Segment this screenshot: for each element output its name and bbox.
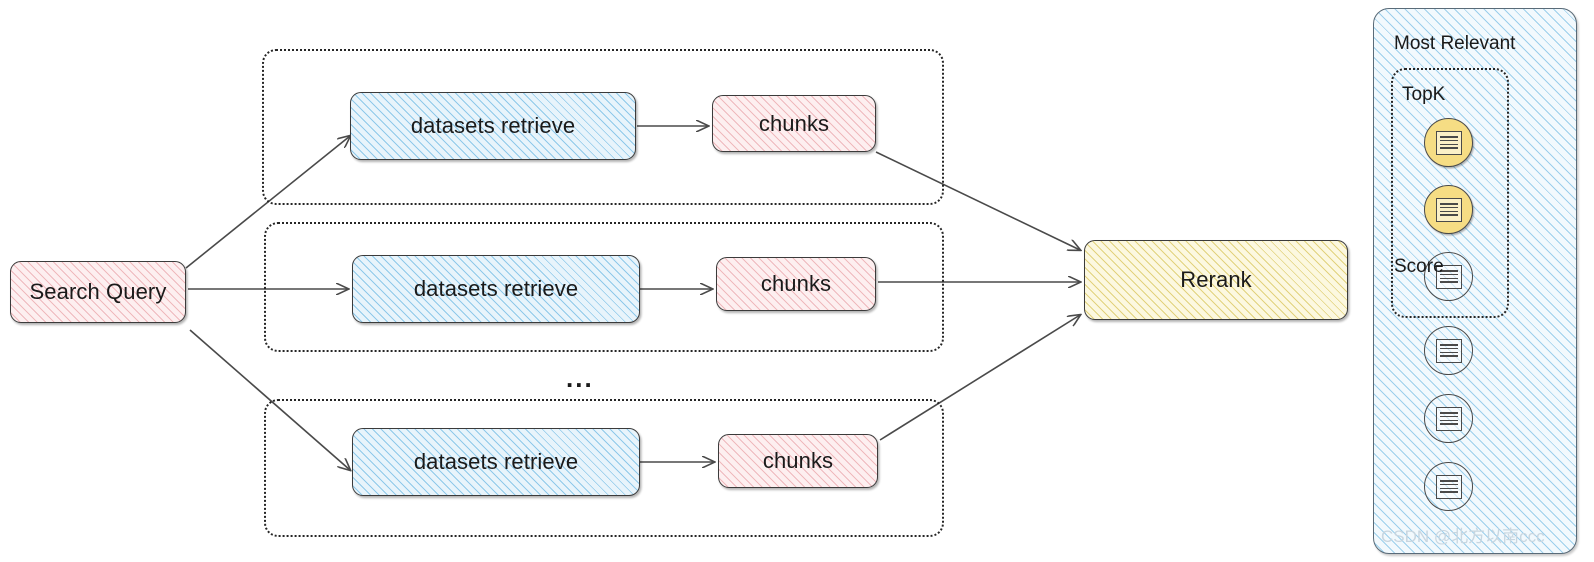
score-label: Score <box>1394 256 1444 277</box>
document-icon <box>1435 474 1462 499</box>
groups-ellipsis: ... <box>566 363 594 393</box>
document-icon <box>1435 130 1462 155</box>
search-query-label: Search Query <box>29 279 167 304</box>
topk-document-2[interactable] <box>1424 185 1473 234</box>
most-relevant-title: Most Relevant <box>1394 33 1516 54</box>
chunks-node-1[interactable]: chunks <box>712 95 876 152</box>
diagram-canvas: Search Query datasets retrieve chunks da… <box>0 0 1594 562</box>
result-document-6[interactable] <box>1424 462 1473 511</box>
datasets-retrieve-label-3: datasets retrieve <box>413 449 579 474</box>
rerank-label: Rerank <box>1180 267 1252 292</box>
chunks-node-3[interactable]: chunks <box>718 434 878 488</box>
datasets-retrieve-node-2[interactable]: datasets retrieve <box>352 255 640 323</box>
datasets-retrieve-label-1: datasets retrieve <box>410 113 576 138</box>
document-icon <box>1435 338 1462 363</box>
search-query-node[interactable]: Search Query <box>10 261 186 323</box>
result-document-4[interactable] <box>1424 326 1473 375</box>
rerank-node[interactable]: Rerank <box>1084 240 1348 320</box>
document-icon <box>1435 406 1462 431</box>
datasets-retrieve-label-2: datasets retrieve <box>413 276 579 301</box>
chunks-label-3: chunks <box>762 448 834 473</box>
topk-label: TopK <box>1402 84 1446 105</box>
topk-document-1[interactable] <box>1424 118 1473 167</box>
chunks-label-1: chunks <box>758 110 830 136</box>
chunks-label-2: chunks <box>760 271 832 296</box>
watermark: CSDN @北方以南ccc <box>1381 527 1545 546</box>
datasets-retrieve-node-1[interactable]: datasets retrieve <box>350 92 636 160</box>
datasets-retrieve-node-3[interactable]: datasets retrieve <box>352 428 640 496</box>
result-document-5[interactable] <box>1424 394 1473 443</box>
chunks-node-2[interactable]: chunks <box>716 257 876 311</box>
document-icon <box>1435 197 1462 222</box>
